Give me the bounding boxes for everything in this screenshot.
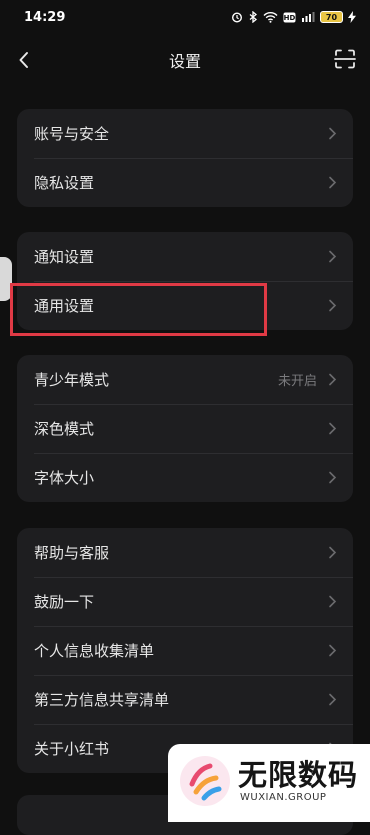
settings-group-about: 帮助与客服 鼓励一下 个人信息收集清单 第三方信息共享清单 关于小红书	[17, 528, 353, 773]
settings-item-label: 账号与安全	[34, 125, 110, 143]
settings-item-label: 通用设置	[34, 297, 95, 315]
svg-text:HD: HD	[284, 14, 296, 22]
alarm-icon	[231, 12, 243, 23]
chevron-right-icon	[329, 595, 337, 608]
chevron-right-icon	[329, 422, 337, 435]
side-float-handle[interactable]	[0, 257, 12, 301]
settings-item-account-security[interactable]: 账号与安全	[17, 109, 353, 158]
settings-item-dark-mode[interactable]: 深色模式	[17, 404, 353, 453]
settings-item-label: 通知设置	[34, 248, 95, 266]
settings-item-label: 第三方信息共享清单	[34, 691, 170, 709]
settings-item-privacy[interactable]: 隐私设置	[17, 158, 353, 207]
charging-icon	[348, 11, 356, 23]
watermark-url: WUXIAN.GROUP	[240, 792, 327, 803]
status-bar: 14:29 HD 70	[0, 0, 370, 34]
hd-icon: HD	[283, 12, 296, 22]
scan-icon[interactable]	[332, 46, 358, 72]
chevron-right-icon	[329, 373, 337, 386]
watermark-brand: 无限数码	[238, 758, 359, 792]
chevron-right-icon	[329, 299, 337, 312]
header: 设置	[0, 38, 370, 82]
settings-item-third-party-sharing[interactable]: 第三方信息共享清单	[17, 675, 353, 724]
bluetooth-icon	[249, 11, 258, 23]
settings-item-label: 深色模式	[34, 420, 95, 438]
settings-item-label: 隐私设置	[34, 174, 95, 192]
settings-item-label: 帮助与客服	[34, 544, 110, 562]
settings-item-label: 青少年模式	[34, 371, 110, 389]
settings-item-label: 字体大小	[34, 469, 95, 487]
settings-item-label: 鼓励一下	[34, 593, 95, 611]
settings-item-general[interactable]: 通用设置	[17, 281, 353, 330]
settings-item-label: 关于小红书	[34, 740, 110, 758]
settings-item-help[interactable]: 帮助与客服	[17, 528, 353, 577]
signal-icon	[302, 12, 315, 22]
settings-group-display: 青少年模式 未开启 深色模式 字体大小	[17, 355, 353, 502]
chevron-right-icon	[329, 250, 337, 263]
chevron-right-icon	[329, 471, 337, 484]
settings-group-account: 账号与安全 隐私设置	[17, 109, 353, 207]
watermark: 无限数码 WUXIAN.GROUP	[168, 744, 370, 822]
settings-item-personal-info-list[interactable]: 个人信息收集清单	[17, 626, 353, 675]
brand-logo-icon	[180, 756, 230, 806]
settings-group-general: 通知设置 通用设置	[17, 232, 353, 330]
chevron-right-icon	[329, 693, 337, 706]
status-time: 14:29	[24, 9, 66, 25]
settings-item-encourage[interactable]: 鼓励一下	[17, 577, 353, 626]
chevron-right-icon	[329, 644, 337, 657]
settings-item-teen-mode[interactable]: 青少年模式 未开启	[17, 355, 353, 404]
settings-item-font-size[interactable]: 字体大小	[17, 453, 353, 502]
chevron-right-icon	[329, 176, 337, 189]
teen-mode-status: 未开启	[277, 374, 317, 389]
wifi-icon	[263, 12, 278, 23]
settings-item-label: 个人信息收集清单	[34, 642, 155, 660]
chevron-right-icon	[329, 127, 337, 140]
chevron-right-icon	[329, 546, 337, 559]
settings-item-notifications[interactable]: 通知设置	[17, 232, 353, 281]
page-title: 设置	[168, 52, 201, 71]
status-icons: HD 70	[231, 11, 356, 23]
battery-icon: 70	[320, 11, 343, 23]
